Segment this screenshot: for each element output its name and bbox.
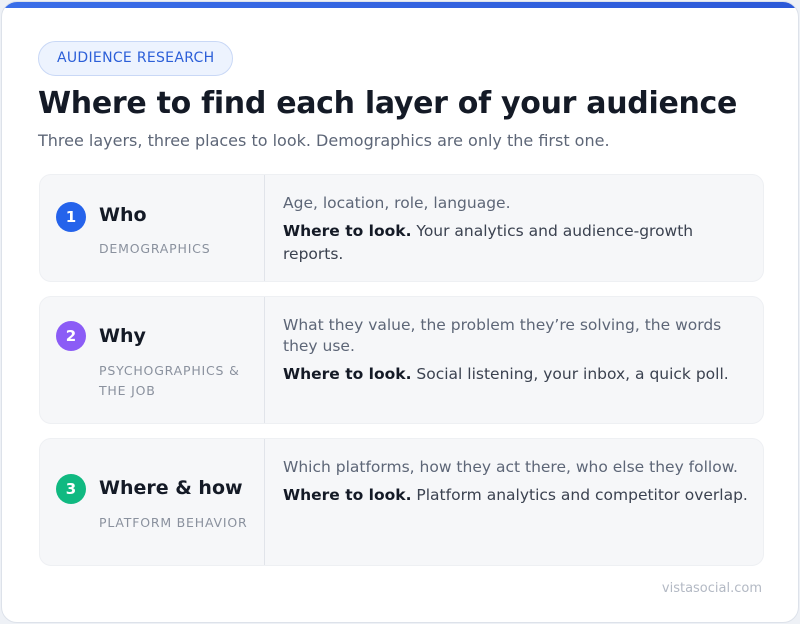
row-divider xyxy=(264,175,265,281)
where-to-look-label: Where to look. xyxy=(283,486,412,504)
layer-row-who: 1 Who DEMOGRAPHICS Age, location, role, … xyxy=(39,174,764,282)
row-divider xyxy=(264,297,265,423)
layer-number-badge: 2 xyxy=(56,321,86,351)
layer-header: 2 Why PSYCHOGRAPHICS & THE JOB xyxy=(40,297,264,423)
page-title: Where to find each layer of your audienc… xyxy=(38,86,738,121)
layer-details: Age, location, role, language. Where to … xyxy=(283,193,751,266)
layer-number-badge: 3 xyxy=(56,474,86,504)
where-to-look-text: Platform analytics and competitor overla… xyxy=(416,486,748,504)
infographic-card: AUDIENCE RESEARCH Where to find each lay… xyxy=(1,1,799,623)
where-to-look: Where to look. Your analytics and audien… xyxy=(283,220,751,266)
row-divider xyxy=(264,439,265,565)
layer-subtitle: PSYCHOGRAPHICS & THE JOB xyxy=(99,363,240,398)
layer-row-why: 2 Why PSYCHOGRAPHICS & THE JOB What they… xyxy=(39,296,764,424)
layer-header: 3 Where & how PLATFORM BEHAVIOR xyxy=(40,439,264,565)
layer-description: Age, location, role, language. xyxy=(283,194,511,212)
layer-header: 1 Who DEMOGRAPHICS xyxy=(40,175,264,281)
layer-row-where-how: 3 Where & how PLATFORM BEHAVIOR Which pl… xyxy=(39,438,764,566)
where-to-look-text: Social listening, your inbox, a quick po… xyxy=(416,365,729,383)
layer-details: What they value, the problem they’re sol… xyxy=(283,315,751,386)
layer-title: Why xyxy=(99,325,146,347)
where-to-look: Where to look. Platform analytics and co… xyxy=(283,484,751,507)
category-badge: AUDIENCE RESEARCH xyxy=(38,41,234,76)
layer-subtitle: DEMOGRAPHICS xyxy=(99,241,211,256)
footer-brand: vistasocial.com xyxy=(661,581,762,596)
layer-number-badge: 1 xyxy=(56,202,86,232)
layer-details: Which platforms, how they act there, who… xyxy=(283,457,751,507)
where-to-look: Where to look. Social listening, your in… xyxy=(283,363,751,386)
layer-title: Where & how xyxy=(99,477,243,499)
layer-subtitle: PLATFORM BEHAVIOR xyxy=(99,515,248,530)
layer-description: Which platforms, how they act there, who… xyxy=(283,458,738,476)
layer-description: What they value, the problem they’re sol… xyxy=(283,316,722,355)
where-to-look-label: Where to look. xyxy=(283,365,412,383)
where-to-look-label: Where to look. xyxy=(283,222,412,240)
layer-title: Who xyxy=(99,204,147,226)
accent-bar xyxy=(2,2,798,8)
page-subtitle: Three layers, three places to look. Demo… xyxy=(38,131,610,150)
